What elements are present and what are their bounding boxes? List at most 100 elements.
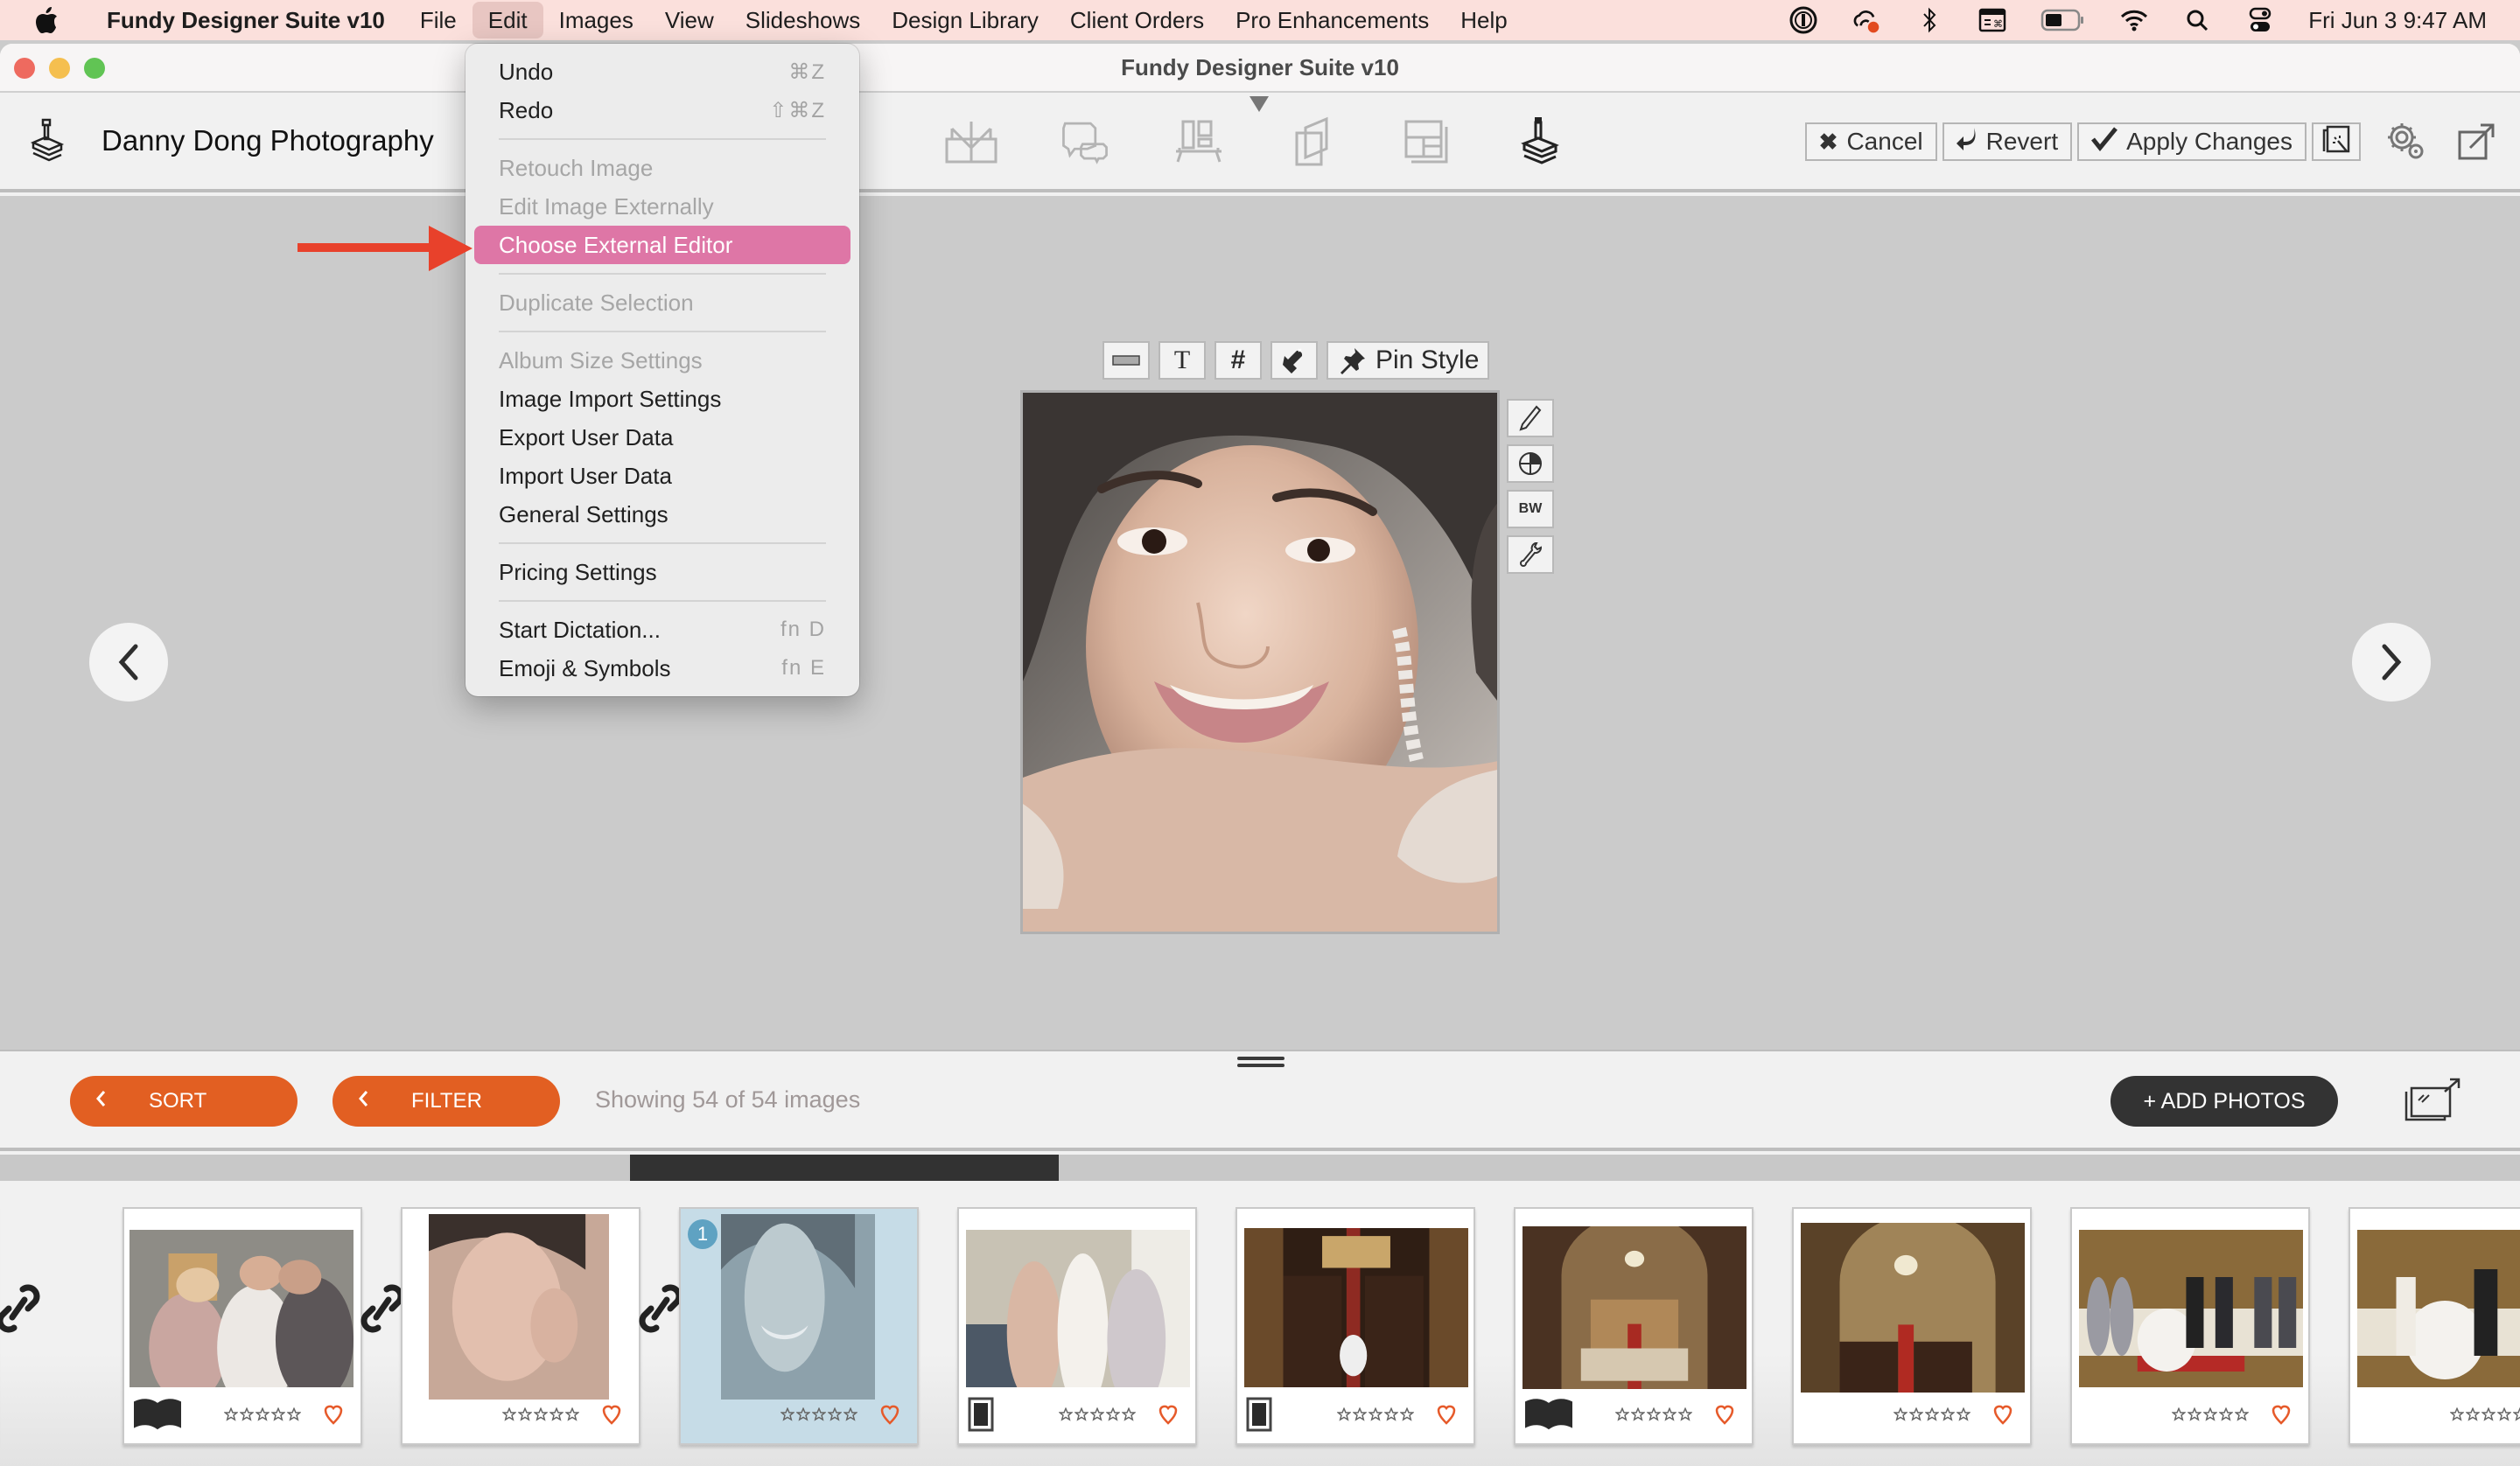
- menu-help[interactable]: Help: [1445, 0, 1522, 40]
- menu-images[interactable]: Images: [543, 0, 649, 40]
- star-icon[interactable]: [2218, 1406, 2234, 1426]
- star-icon[interactable]: [2187, 1406, 2202, 1426]
- star-icon[interactable]: [1662, 1406, 1677, 1426]
- menu-pro-enhancements[interactable]: Pro Enhancements: [1220, 0, 1445, 40]
- stamp-remove-button[interactable]: [1270, 341, 1318, 380]
- panel-resize-grip[interactable]: [1237, 1057, 1284, 1067]
- menu-edit[interactable]: Edit: [472, 2, 543, 38]
- thumbnail-card[interactable]: [122, 1207, 362, 1445]
- menu-item-emoji-symbols[interactable]: Emoji & Symbols fn E: [474, 649, 850, 688]
- menu-item-redo[interactable]: Redo ⇧⌘Z: [474, 91, 850, 129]
- star-rating[interactable]: [1058, 1406, 1137, 1426]
- menu-item-start-dictation[interactable]: Start Dictation... fn D: [474, 611, 850, 649]
- star-icon[interactable]: [1089, 1406, 1105, 1426]
- cancel-button[interactable]: ✖ Cancel: [1804, 122, 1937, 161]
- editor-settings-gear-icon[interactable]: [2382, 117, 2431, 166]
- filmstrip-scroll-thumb[interactable]: [630, 1155, 1059, 1181]
- crop-ratio-button[interactable]: [1102, 341, 1150, 380]
- color-adjust-button[interactable]: [1507, 444, 1554, 483]
- star-icon[interactable]: [239, 1406, 255, 1426]
- favorite-heart-icon[interactable]: [1993, 1404, 2012, 1429]
- star-icon[interactable]: [270, 1406, 286, 1426]
- star-icon[interactable]: [1614, 1406, 1630, 1426]
- wall-art-icon[interactable]: [1172, 112, 1225, 171]
- star-icon[interactable]: [1368, 1406, 1383, 1426]
- close-window-button[interactable]: [14, 58, 35, 79]
- link-chain-icon[interactable]: [0, 1282, 40, 1335]
- star-icon[interactable]: [1399, 1406, 1415, 1426]
- thumbnail-card[interactable]: [957, 1207, 1197, 1445]
- album-design-icon[interactable]: [945, 112, 998, 171]
- favorite-heart-icon[interactable]: [2272, 1404, 2291, 1429]
- black-white-button[interactable]: BW: [1507, 490, 1554, 528]
- main-photo[interactable]: [1020, 390, 1500, 934]
- thumbnail-card[interactable]: [1792, 1207, 2032, 1445]
- thumbnail-card[interactable]: [401, 1207, 640, 1445]
- star-icon[interactable]: [517, 1406, 533, 1426]
- menu-file[interactable]: File: [404, 0, 472, 40]
- menubar-clock[interactable]: Fri Jun 3 9:47 AM: [2308, 7, 2487, 34]
- collage-icon[interactable]: [1400, 112, 1452, 171]
- sort-button[interactable]: SORT: [70, 1076, 298, 1127]
- thumbnail-card[interactable]: [1236, 1207, 1475, 1445]
- menu-design-library[interactable]: Design Library: [876, 0, 1054, 40]
- menu-item-import-user-data[interactable]: Import User Data: [474, 457, 850, 495]
- 1password-icon[interactable]: [1788, 5, 1818, 35]
- star-icon[interactable]: [2512, 1406, 2520, 1426]
- star-icon[interactable]: [2202, 1406, 2218, 1426]
- star-rating[interactable]: [1336, 1406, 1415, 1426]
- star-icon[interactable]: [1630, 1406, 1646, 1426]
- star-icon[interactable]: [223, 1406, 239, 1426]
- next-image-button[interactable]: [2352, 623, 2431, 702]
- batch-edit-button[interactable]: [2312, 122, 2361, 161]
- star-icon[interactable]: [1383, 1406, 1399, 1426]
- favorite-heart-icon[interactable]: [880, 1404, 900, 1429]
- star-icon[interactable]: [1352, 1406, 1368, 1426]
- star-icon[interactable]: [1074, 1406, 1089, 1426]
- star-icon[interactable]: [533, 1406, 549, 1426]
- favorite-heart-icon[interactable]: [602, 1404, 621, 1429]
- thumbnail-card[interactable]: [2070, 1207, 2310, 1445]
- menu-item-pricing-settings[interactable]: Pricing Settings: [474, 553, 850, 591]
- previous-image-button[interactable]: [89, 623, 168, 702]
- menu-view[interactable]: View: [649, 0, 730, 40]
- menu-item-export-user-data[interactable]: Export User Data: [474, 418, 850, 457]
- star-icon[interactable]: [2449, 1406, 2465, 1426]
- star-icon[interactable]: [795, 1406, 811, 1426]
- star-icon[interactable]: [2481, 1406, 2496, 1426]
- pin-style-button[interactable]: Pin Style: [1326, 341, 1490, 380]
- star-icon[interactable]: [564, 1406, 580, 1426]
- star-icon[interactable]: [1336, 1406, 1352, 1426]
- star-icon[interactable]: [1677, 1406, 1693, 1426]
- tools-wrench-button[interactable]: [1507, 535, 1554, 574]
- image-editor-icon[interactable]: [1514, 112, 1566, 171]
- control-center-icon[interactable]: [2245, 5, 2275, 35]
- menu-slideshows[interactable]: Slideshows: [730, 0, 877, 40]
- expand-filmstrip-icon[interactable]: [2403, 1078, 2464, 1125]
- star-icon[interactable]: [1646, 1406, 1662, 1426]
- star-icon[interactable]: [843, 1406, 858, 1426]
- open-external-window-icon[interactable]: [2452, 117, 2501, 166]
- star-icon[interactable]: [549, 1406, 564, 1426]
- star-rating[interactable]: [1893, 1406, 1971, 1426]
- link-chain-icon[interactable]: [639, 1282, 682, 1335]
- thumbnail-card[interactable]: [2348, 1207, 2520, 1445]
- star-rating[interactable]: [223, 1406, 302, 1426]
- spotlight-search-icon[interactable]: [2182, 5, 2212, 35]
- filter-button[interactable]: FILTER: [332, 1076, 560, 1127]
- text-tool-button[interactable]: T: [1158, 341, 1206, 380]
- filmstrip-scrollbar[interactable]: [0, 1155, 2520, 1181]
- favorite-heart-icon[interactable]: [1437, 1404, 1456, 1429]
- grid-tool-button[interactable]: #: [1214, 341, 1262, 380]
- menu-client-orders[interactable]: Client Orders: [1054, 0, 1220, 40]
- star-icon[interactable]: [1924, 1406, 1940, 1426]
- star-icon[interactable]: [2234, 1406, 2250, 1426]
- thumbnail-card[interactable]: 1: [679, 1207, 919, 1445]
- revert-button[interactable]: Revert: [1942, 122, 2073, 161]
- retouch-pencil-button[interactable]: [1507, 399, 1554, 437]
- star-icon[interactable]: [2171, 1406, 2187, 1426]
- creative-cloud-icon[interactable]: [1852, 5, 1881, 35]
- menu-item-undo[interactable]: Undo ⌘Z: [474, 52, 850, 91]
- star-icon[interactable]: [1956, 1406, 1971, 1426]
- menu-item-image-import-settings[interactable]: Image Import Settings: [474, 380, 850, 418]
